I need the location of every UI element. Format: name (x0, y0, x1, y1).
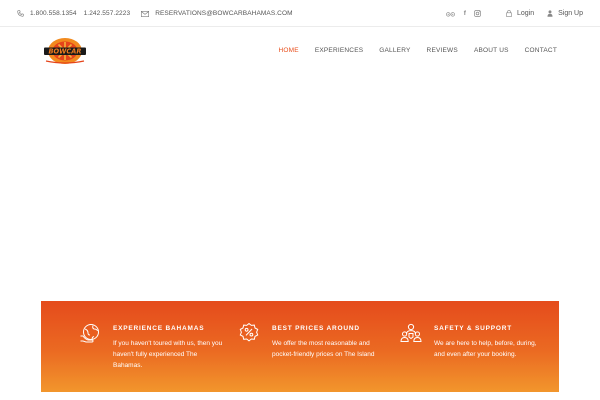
feature-description: We are here to help, before, during, and… (434, 340, 537, 358)
signup-label: Sign Up (558, 10, 583, 17)
feature-title: BEST PRICES AROUND (272, 325, 360, 332)
phone-link[interactable]: 1.800.558.1354 1.242.557.2223 (17, 0, 130, 27)
login-link[interactable]: Login (506, 10, 534, 17)
top-bar: 1.800.558.1354 1.242.557.2223 RESERVATIO… (0, 0, 600, 27)
social-links: f (445, 10, 506, 17)
globe-hand-icon (79, 322, 101, 344)
percent-badge-icon (238, 322, 260, 344)
main-nav: HOME EXPERIENCES GALLERY REVIEWS ABOUT U… (279, 44, 557, 56)
feature-title: SAFETY & SUPPORT (434, 325, 513, 332)
phone-number-2[interactable]: 1.242.557.2223 (84, 10, 131, 17)
logo-text: BOWCAR (49, 48, 82, 56)
features-band: EXPERIENCE BAHAMAS If you haven't toured… (41, 301, 559, 392)
feature-title: EXPERIENCE BAHAMAS (113, 325, 205, 332)
nav-gallery[interactable]: GALLERY (379, 47, 410, 54)
mail-icon (141, 10, 150, 17)
nav-reviews[interactable]: REVIEWS (427, 47, 458, 54)
email-address[interactable]: RESERVATIONS@BOWCARBAHAMAS.COM (155, 10, 292, 17)
nav-contact[interactable]: CONTACT (525, 47, 557, 54)
user-icon (547, 10, 553, 17)
brand-logo[interactable]: BOWCAR (42, 36, 88, 66)
signup-link[interactable]: Sign Up (547, 10, 583, 17)
contact-info: 1.800.558.1354 1.242.557.2223 RESERVATIO… (17, 0, 293, 27)
feature-description: If you haven't toured with us, then you … (113, 340, 223, 369)
phone-icon (17, 10, 24, 17)
nav-about-us[interactable]: ABOUT US (474, 47, 509, 54)
feature-description: We offer the most reasonable and pocket-… (272, 340, 375, 358)
nav-home[interactable]: HOME (279, 47, 299, 54)
topbar-actions: f Login Sign Up (445, 0, 583, 27)
email-link[interactable]: RESERVATIONS@BOWCARBAHAMAS.COM (130, 0, 293, 27)
nav-experiences[interactable]: EXPERIENCES (315, 47, 363, 54)
phone-number-1[interactable]: 1.800.558.1354 (30, 10, 77, 17)
instagram-icon[interactable] (474, 10, 481, 17)
login-label: Login (516, 10, 535, 17)
tripadvisor-icon[interactable] (445, 11, 455, 17)
lock-icon (506, 10, 512, 17)
facebook-icon[interactable]: f (464, 10, 466, 17)
support-team-icon (400, 322, 422, 344)
